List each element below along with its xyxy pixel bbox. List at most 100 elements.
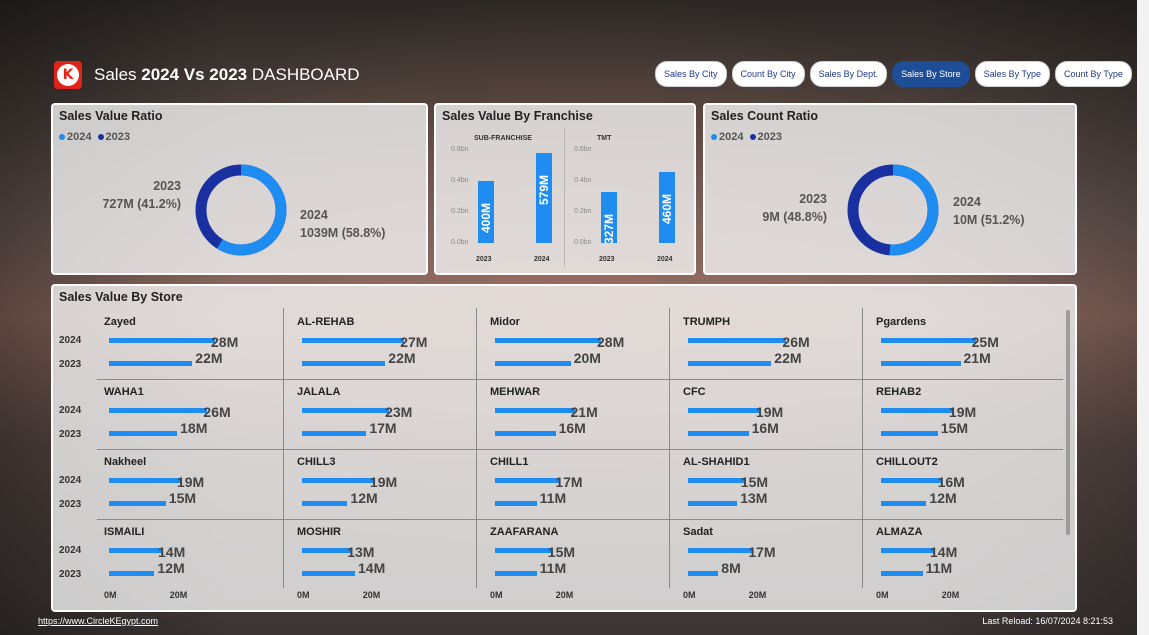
column-divider	[283, 448, 284, 518]
store-bar-2024	[881, 478, 942, 483]
row-label-2023: 2023	[59, 569, 82, 580]
store-value-2023: 16M	[558, 420, 586, 436]
column-divider	[669, 518, 670, 588]
column-divider	[862, 448, 863, 518]
store-value-2024: 15M	[740, 474, 769, 490]
nav-button-sales-by-store[interactable]: Sales By Store	[892, 61, 970, 87]
count-donut-chart	[847, 164, 939, 256]
axis-tick-0: 0M	[490, 590, 503, 600]
scrollbar[interactable]	[1066, 310, 1070, 535]
store-value-2023: 15M	[940, 420, 969, 436]
store-value-2024: 19M	[755, 404, 784, 420]
store-value-2023: 16M	[751, 420, 779, 436]
store-value-2024: 19M	[948, 404, 977, 420]
store-value-2023: 11M	[539, 560, 567, 576]
legend-dot-2024	[59, 134, 65, 141]
store-name: Pgardens	[876, 316, 927, 328]
sales-donut-chart	[195, 164, 287, 256]
store-bar-2024	[688, 338, 787, 343]
store-value-2023: 22M	[195, 350, 223, 366]
franchise-year-label: 2023	[476, 256, 492, 263]
label-2023-value: 727M (41.2%)	[102, 197, 181, 211]
store-bar-2023	[688, 431, 749, 436]
store-value-2023: 17M	[369, 420, 397, 436]
row-label-2024: 2024	[59, 475, 82, 486]
store-value-2023: 12M	[929, 490, 957, 506]
nav-button-sales-by-type[interactable]: Sales By Type	[974, 61, 1050, 87]
column-divider	[283, 308, 284, 378]
store-bar-2023	[495, 431, 556, 436]
logo-letter: K	[57, 64, 79, 86]
axis-tick-20: 20M	[555, 590, 574, 600]
column-divider	[476, 448, 477, 518]
legend-2023: 2023	[757, 131, 783, 143]
franchise-bar-label: 579M	[537, 175, 551, 206]
store-bar-2024	[302, 338, 405, 343]
store-bar-2023	[109, 361, 193, 366]
franchise-group-name: SUB-FRANCHISE	[474, 135, 532, 142]
column-divider	[669, 448, 670, 518]
nav-button-sales-by-city[interactable]: Sales By City	[655, 61, 727, 87]
legend-dot-2023	[749, 134, 756, 141]
row-divider	[97, 449, 1063, 450]
store-value-2023: 22M	[388, 350, 416, 366]
store-name: WAHA1	[104, 386, 144, 398]
label-2024-year: 2024	[300, 208, 328, 222]
franchise-axis-tick: 0.4bn	[451, 177, 469, 184]
label-2023-year: 2023	[153, 179, 181, 193]
nav-buttons: Sales By City Count By City Sales By Dept.…	[655, 61, 1132, 87]
axis-tick-20: 20M	[748, 590, 767, 600]
store-name: MEHWAR	[490, 386, 541, 398]
legend-dot-2024	[711, 134, 717, 141]
store-bar-2024	[688, 548, 753, 553]
label-2024-value: 10M (51.2%)	[953, 213, 1025, 227]
store-name: CHILL1	[490, 456, 529, 468]
store-value-2024: 19M	[176, 474, 205, 490]
store-name: CFC	[683, 386, 706, 398]
store-bar-2023	[109, 571, 155, 576]
nav-button-count-by-type[interactable]: Count By Type	[1055, 61, 1132, 87]
store-name: MOSHIR	[297, 526, 341, 538]
store-bar-2023	[688, 361, 772, 366]
store-name: Nakheel	[104, 456, 147, 468]
store-bar-2023	[109, 431, 178, 436]
store-name: REHAB2	[876, 386, 922, 398]
label-2024: 2024 10M (51.2%)	[953, 193, 1025, 229]
store-value-2023: 11M	[925, 560, 953, 576]
store-value-2024: 21M	[570, 404, 598, 420]
nav-button-count-by-city[interactable]: Count By City	[731, 61, 805, 87]
store-bar-2024	[881, 408, 953, 413]
column-divider	[669, 378, 670, 448]
store-value-2023: 13M	[740, 490, 768, 506]
row-label-2023: 2023	[59, 499, 82, 510]
legend-dot-2023	[97, 134, 104, 141]
franchise-year-label: 2024	[534, 256, 550, 263]
store-value-2024: 27M	[400, 334, 428, 350]
label-2023: 2023 9M (48.8%)	[733, 190, 827, 226]
label-2023-value: 9M (48.8%)	[762, 210, 827, 224]
last-reload: Last Reload: 16/07/2024 8:21:53	[982, 616, 1113, 626]
row-divider	[97, 519, 1063, 520]
store-value-2023: 22M	[774, 350, 802, 366]
store-value-2024: 17M	[555, 474, 583, 490]
legend-2023: 2023	[105, 131, 131, 143]
footer-link[interactable]: https://www.CircleKEgypt.com	[38, 616, 158, 626]
store-name: CHILLOUT2	[876, 456, 938, 468]
nav-button-sales-by-dept[interactable]: Sales By Dept.	[809, 61, 888, 87]
store-name: ZAAFARANA	[490, 526, 559, 538]
store-value-2023: 12M	[157, 560, 185, 576]
column-divider	[476, 518, 477, 588]
store-bar-2023	[109, 501, 166, 506]
franchise-axis-tick: 0.0bn	[451, 239, 469, 246]
label-2023-year: 2023	[799, 192, 827, 206]
store-name: Midor	[490, 316, 520, 328]
store-value-2023: 15M	[168, 490, 197, 506]
row-label-2024: 2024	[59, 335, 82, 346]
store-bar-2024	[495, 408, 575, 413]
page-title: Sales 2024 Vs 2023 DASHBOARD	[94, 65, 360, 84]
store-bar-2023	[881, 501, 927, 506]
card-title: Sales Value By Franchise	[442, 109, 593, 123]
store-value-2024: 19M	[369, 474, 398, 490]
franchise-axis-tick: 0.2bn	[451, 208, 469, 215]
axis-tick-20: 20M	[362, 590, 381, 600]
